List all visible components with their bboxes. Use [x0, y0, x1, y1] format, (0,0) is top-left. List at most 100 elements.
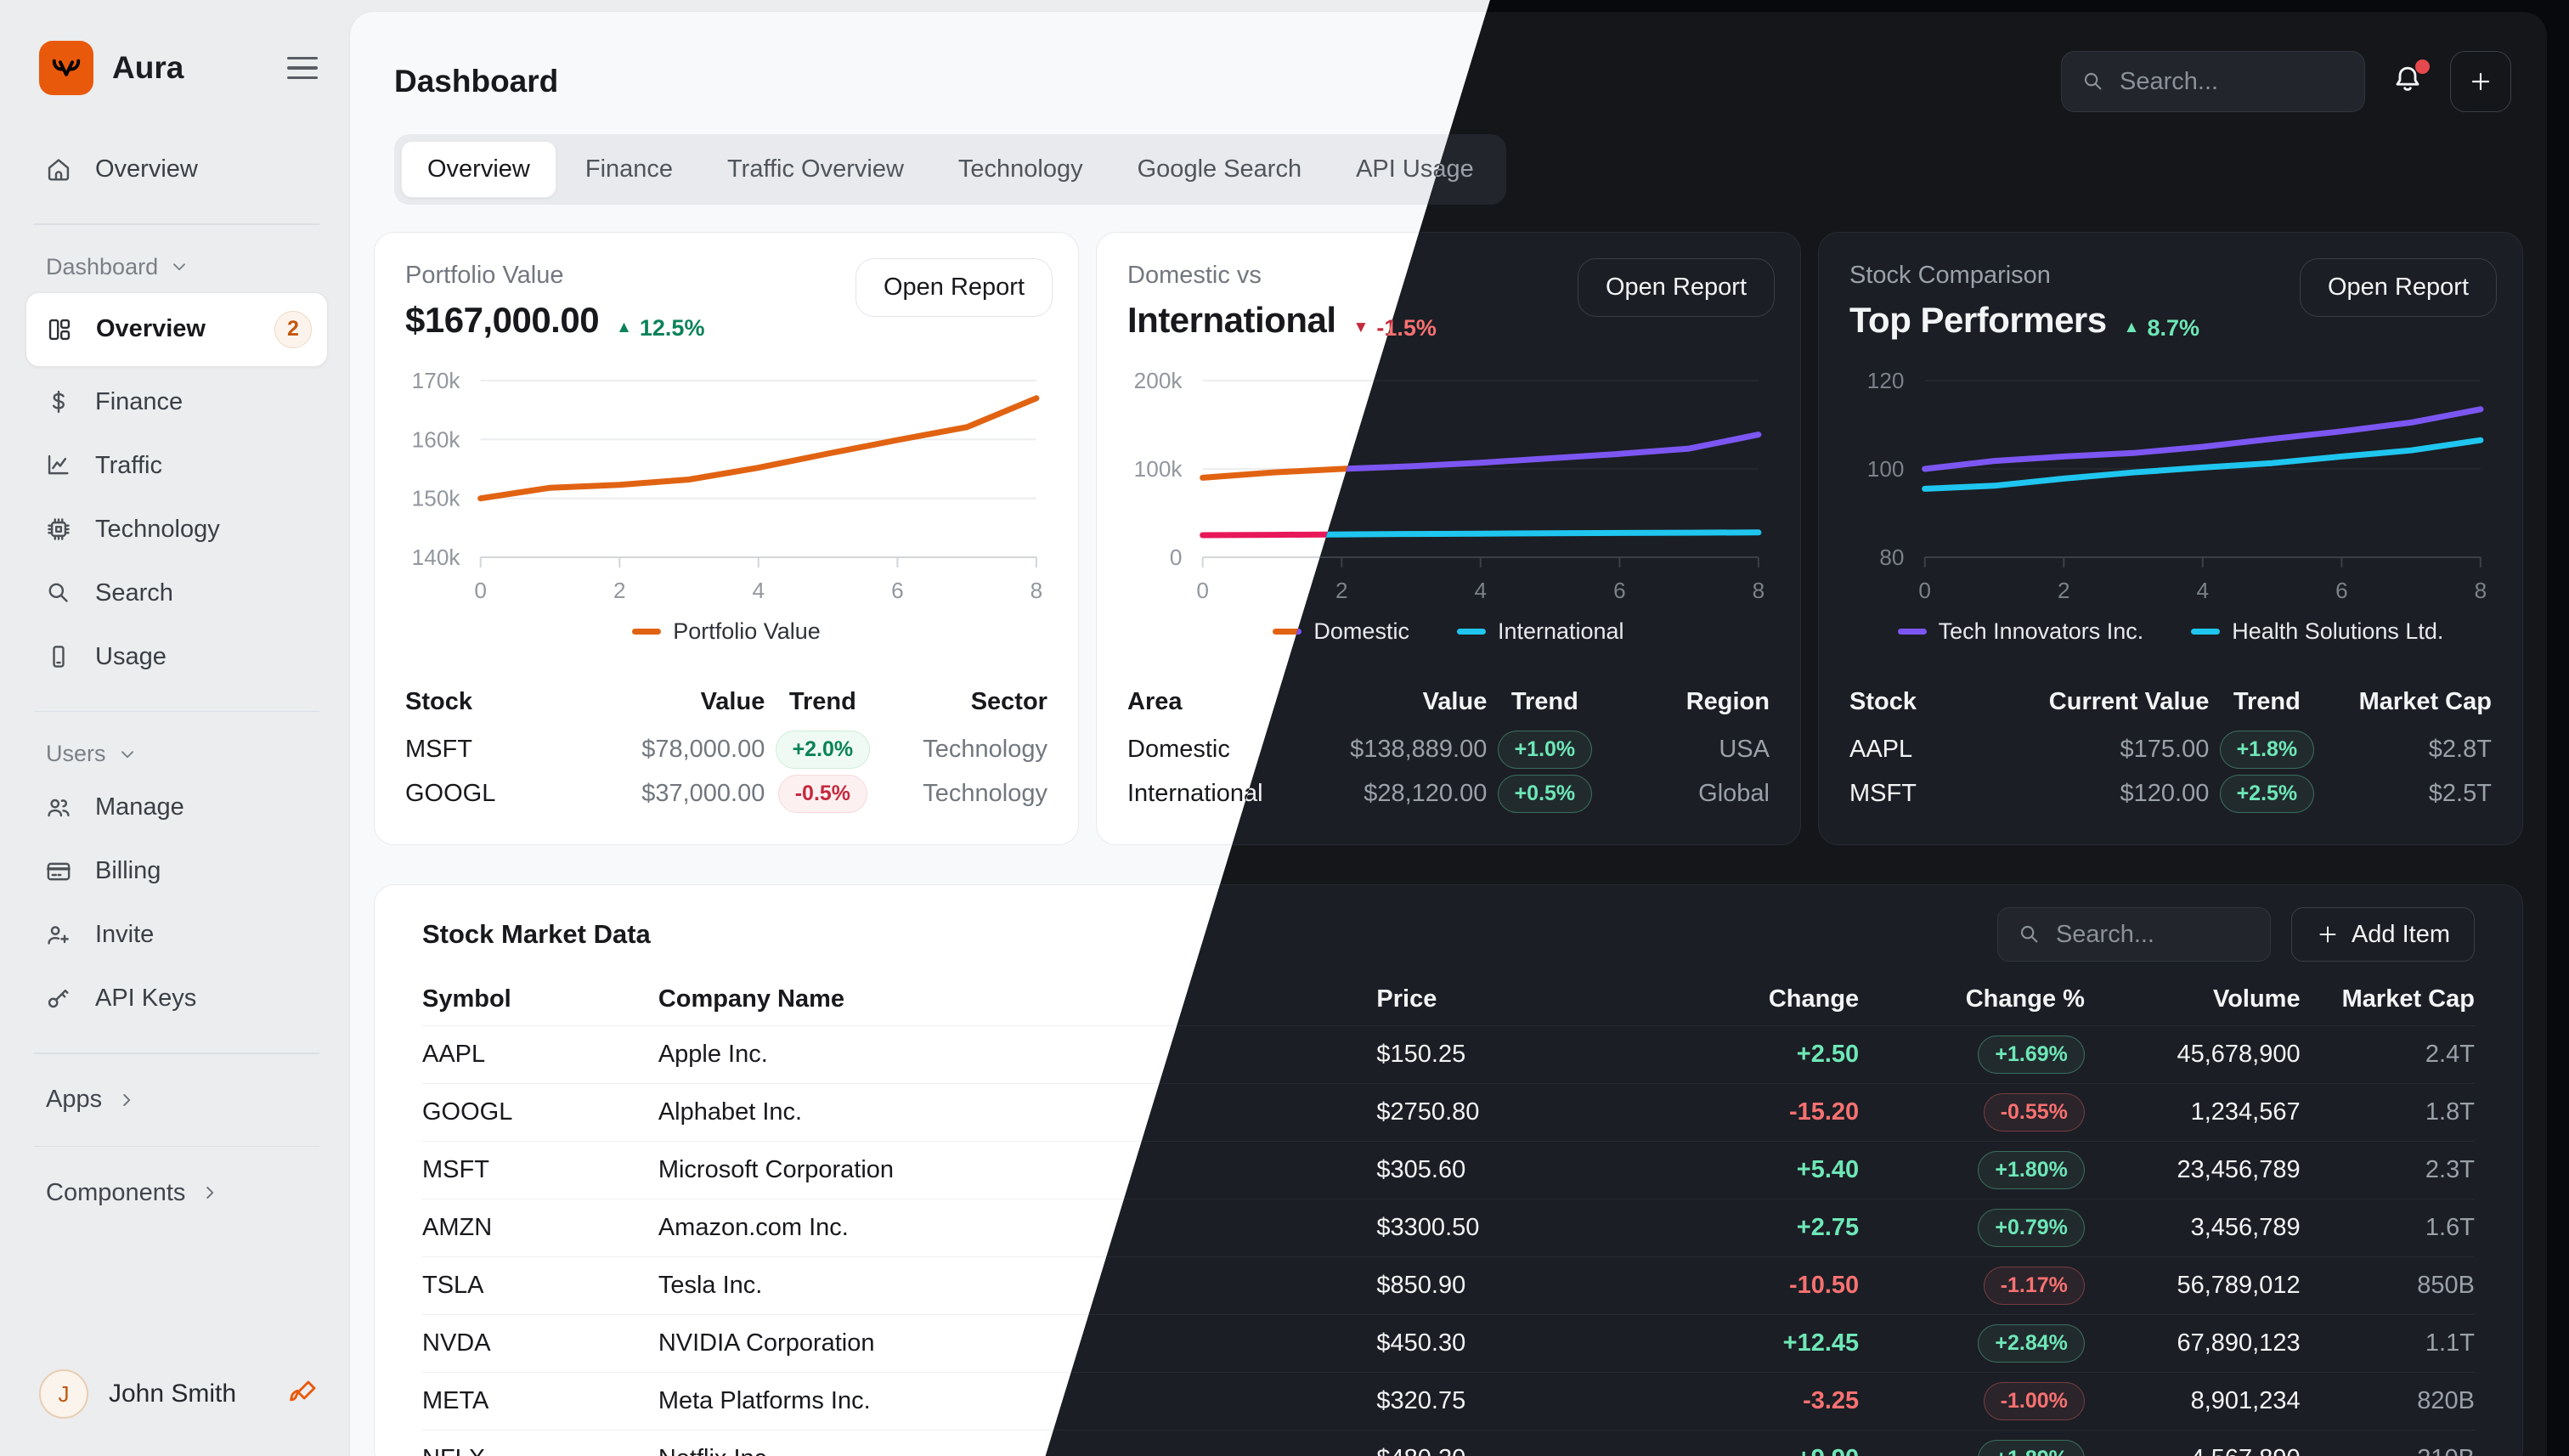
- aura-logo-icon: [39, 41, 93, 95]
- cell-price: $150.25: [1376, 1041, 1674, 1069]
- card-table-header: StockCurrent ValueTrendMarket Cap: [1849, 680, 2492, 725]
- chevron-down-icon: [168, 256, 190, 278]
- sidebar-link-components[interactable]: Components: [25, 1169, 328, 1216]
- svg-text:120: 120: [1867, 368, 1905, 393]
- cell-change: -15.20: [1674, 1098, 1859, 1126]
- svg-text:160k: 160k: [412, 426, 461, 452]
- svg-text:2: 2: [1335, 578, 1348, 603]
- table-row: MSFT$120.00 +2.5% $2.5T: [1849, 772, 2492, 816]
- cell-symbol: NVDA: [422, 1329, 658, 1357]
- change-pct-pill: -1.00%: [1984, 1382, 2085, 1420]
- cell-volume: 67,890,123: [2085, 1329, 2301, 1357]
- section-label-dashboard[interactable]: Dashboard: [46, 254, 328, 280]
- trend-pill: +1.0%: [1498, 731, 1593, 769]
- notifications-button[interactable]: [2391, 63, 2425, 101]
- sidebar-item-finance[interactable]: Finance: [25, 370, 328, 434]
- cell-market-cap: 820B: [2301, 1387, 2475, 1415]
- legend-swatch: [1457, 629, 1486, 635]
- sidebar-item-overview-top[interactable]: Overview: [25, 138, 328, 201]
- tab-technology[interactable]: Technology: [933, 142, 1109, 197]
- sidebar-link-apps[interactable]: Apps: [25, 1076, 328, 1124]
- add-item-button[interactable]: Add Item: [2291, 907, 2475, 962]
- cell-change-pct: -1.17%: [1859, 1267, 2085, 1305]
- plus-icon: [2316, 923, 2340, 946]
- tab-traffic-overview[interactable]: Traffic Overview: [702, 142, 929, 197]
- cell-market-cap: 2.3T: [2301, 1156, 2475, 1184]
- sidebar: Aura Overview Dashboard Overview 2 Finan…: [0, 0, 350, 1456]
- legend-swatch: [632, 629, 661, 635]
- change-pct-pill: +1.89%: [1978, 1440, 2085, 1456]
- open-report-button[interactable]: Open Report: [1578, 258, 1775, 317]
- legend-swatch: [2191, 629, 2220, 635]
- tab-overview[interactable]: Overview: [401, 141, 556, 198]
- tab-finance[interactable]: Finance: [560, 142, 698, 197]
- cell-change: -10.50: [1674, 1272, 1859, 1300]
- delta-arrow-icon: ▲: [616, 319, 632, 337]
- theme-brush-icon[interactable]: [285, 1377, 319, 1411]
- change-pct-pill: +1.69%: [1978, 1036, 2085, 1074]
- portfolio-line-chart: 170k160k150k140k02468: [405, 362, 1047, 617]
- table-row: GOOGL$37,000.00 -0.5% Technology: [405, 772, 1047, 816]
- card-table: StockCurrent ValueTrendMarket Cap AAPL$1…: [1849, 680, 2492, 816]
- section-label-users[interactable]: Users: [46, 741, 328, 767]
- svg-text:8: 8: [1030, 578, 1043, 603]
- sidebar-item-search[interactable]: Search: [25, 562, 328, 625]
- chevron-right-icon: [116, 1089, 138, 1111]
- add-new-button[interactable]: [2450, 51, 2511, 112]
- chevron-down-icon: [116, 743, 138, 765]
- open-report-button[interactable]: Open Report: [2300, 258, 2497, 317]
- delta-badge: ▲12.5%: [616, 315, 704, 341]
- legend-item: Health Solutions Ltd.: [2191, 618, 2443, 645]
- brand: Aura: [39, 41, 321, 95]
- divider: [34, 1052, 319, 1054]
- legend-swatch: [1898, 629, 1927, 635]
- key-icon: [44, 985, 73, 1013]
- dollar-icon: [44, 387, 73, 416]
- legend-item: Tech Innovators Inc.: [1898, 618, 2144, 645]
- sidebar-item-manage[interactable]: Manage: [25, 776, 328, 839]
- chip-icon: [44, 515, 73, 544]
- svg-text:0: 0: [1170, 545, 1183, 570]
- sidebar-item-technology[interactable]: Technology: [25, 498, 328, 562]
- hamburger-menu-icon[interactable]: [284, 54, 321, 83]
- table-search-input[interactable]: [2056, 921, 2251, 949]
- sidebar-item-overview[interactable]: Overview 2: [25, 292, 328, 367]
- sidebar-item-api-keys[interactable]: API Keys: [25, 967, 328, 1030]
- delta-arrow-icon: ▲: [2124, 319, 2140, 337]
- cell-volume: 1,234,567: [2085, 1098, 2301, 1126]
- divider: [34, 1146, 319, 1148]
- svg-text:6: 6: [891, 578, 904, 603]
- search-icon: [2017, 922, 2042, 947]
- cell-change-pct: -0.55%: [1859, 1093, 2085, 1132]
- svg-text:140k: 140k: [412, 545, 461, 570]
- trend-pill: +2.5%: [2220, 775, 2315, 813]
- user-profile[interactable]: J John Smith: [25, 1369, 328, 1419]
- svg-text:200k: 200k: [1134, 368, 1183, 393]
- cell-price: $2750.80: [1376, 1098, 1674, 1126]
- open-report-button[interactable]: Open Report: [855, 258, 1053, 317]
- sidebar-item-invite[interactable]: Invite: [25, 903, 328, 967]
- notification-dot: [2415, 59, 2430, 74]
- market-title: Stock Market Data: [422, 919, 651, 950]
- sidebar-item-traffic[interactable]: Traffic: [25, 434, 328, 498]
- svg-text:4: 4: [753, 578, 765, 603]
- cell-change: +5.40: [1674, 1156, 1859, 1184]
- svg-text:0: 0: [474, 578, 487, 603]
- search-input[interactable]: [2120, 68, 2346, 96]
- card-table-header: StockValueTrendSector: [405, 680, 1047, 725]
- notification-count-badge: 2: [274, 311, 312, 348]
- cell-symbol: GOOGL: [422, 1098, 658, 1126]
- chart-legend: Portfolio Value: [405, 618, 1047, 645]
- credit-card-icon: [44, 857, 73, 886]
- legend-item: Portfolio Value: [632, 618, 821, 645]
- cell-change-pct: +2.84%: [1859, 1324, 2085, 1363]
- svg-text:100k: 100k: [1134, 456, 1183, 482]
- tab-google-search[interactable]: Google Search: [1112, 142, 1327, 197]
- plus-icon: [2468, 69, 2493, 94]
- sidebar-item-billing[interactable]: Billing: [25, 839, 328, 903]
- sidebar-item-usage[interactable]: Usage: [25, 625, 328, 689]
- table-row: MSFT$78,000.00 +2.0% Technology: [405, 728, 1047, 772]
- svg-text:0: 0: [1196, 578, 1209, 603]
- chevron-right-icon: [199, 1182, 221, 1204]
- line-chart-icon: [44, 451, 73, 480]
